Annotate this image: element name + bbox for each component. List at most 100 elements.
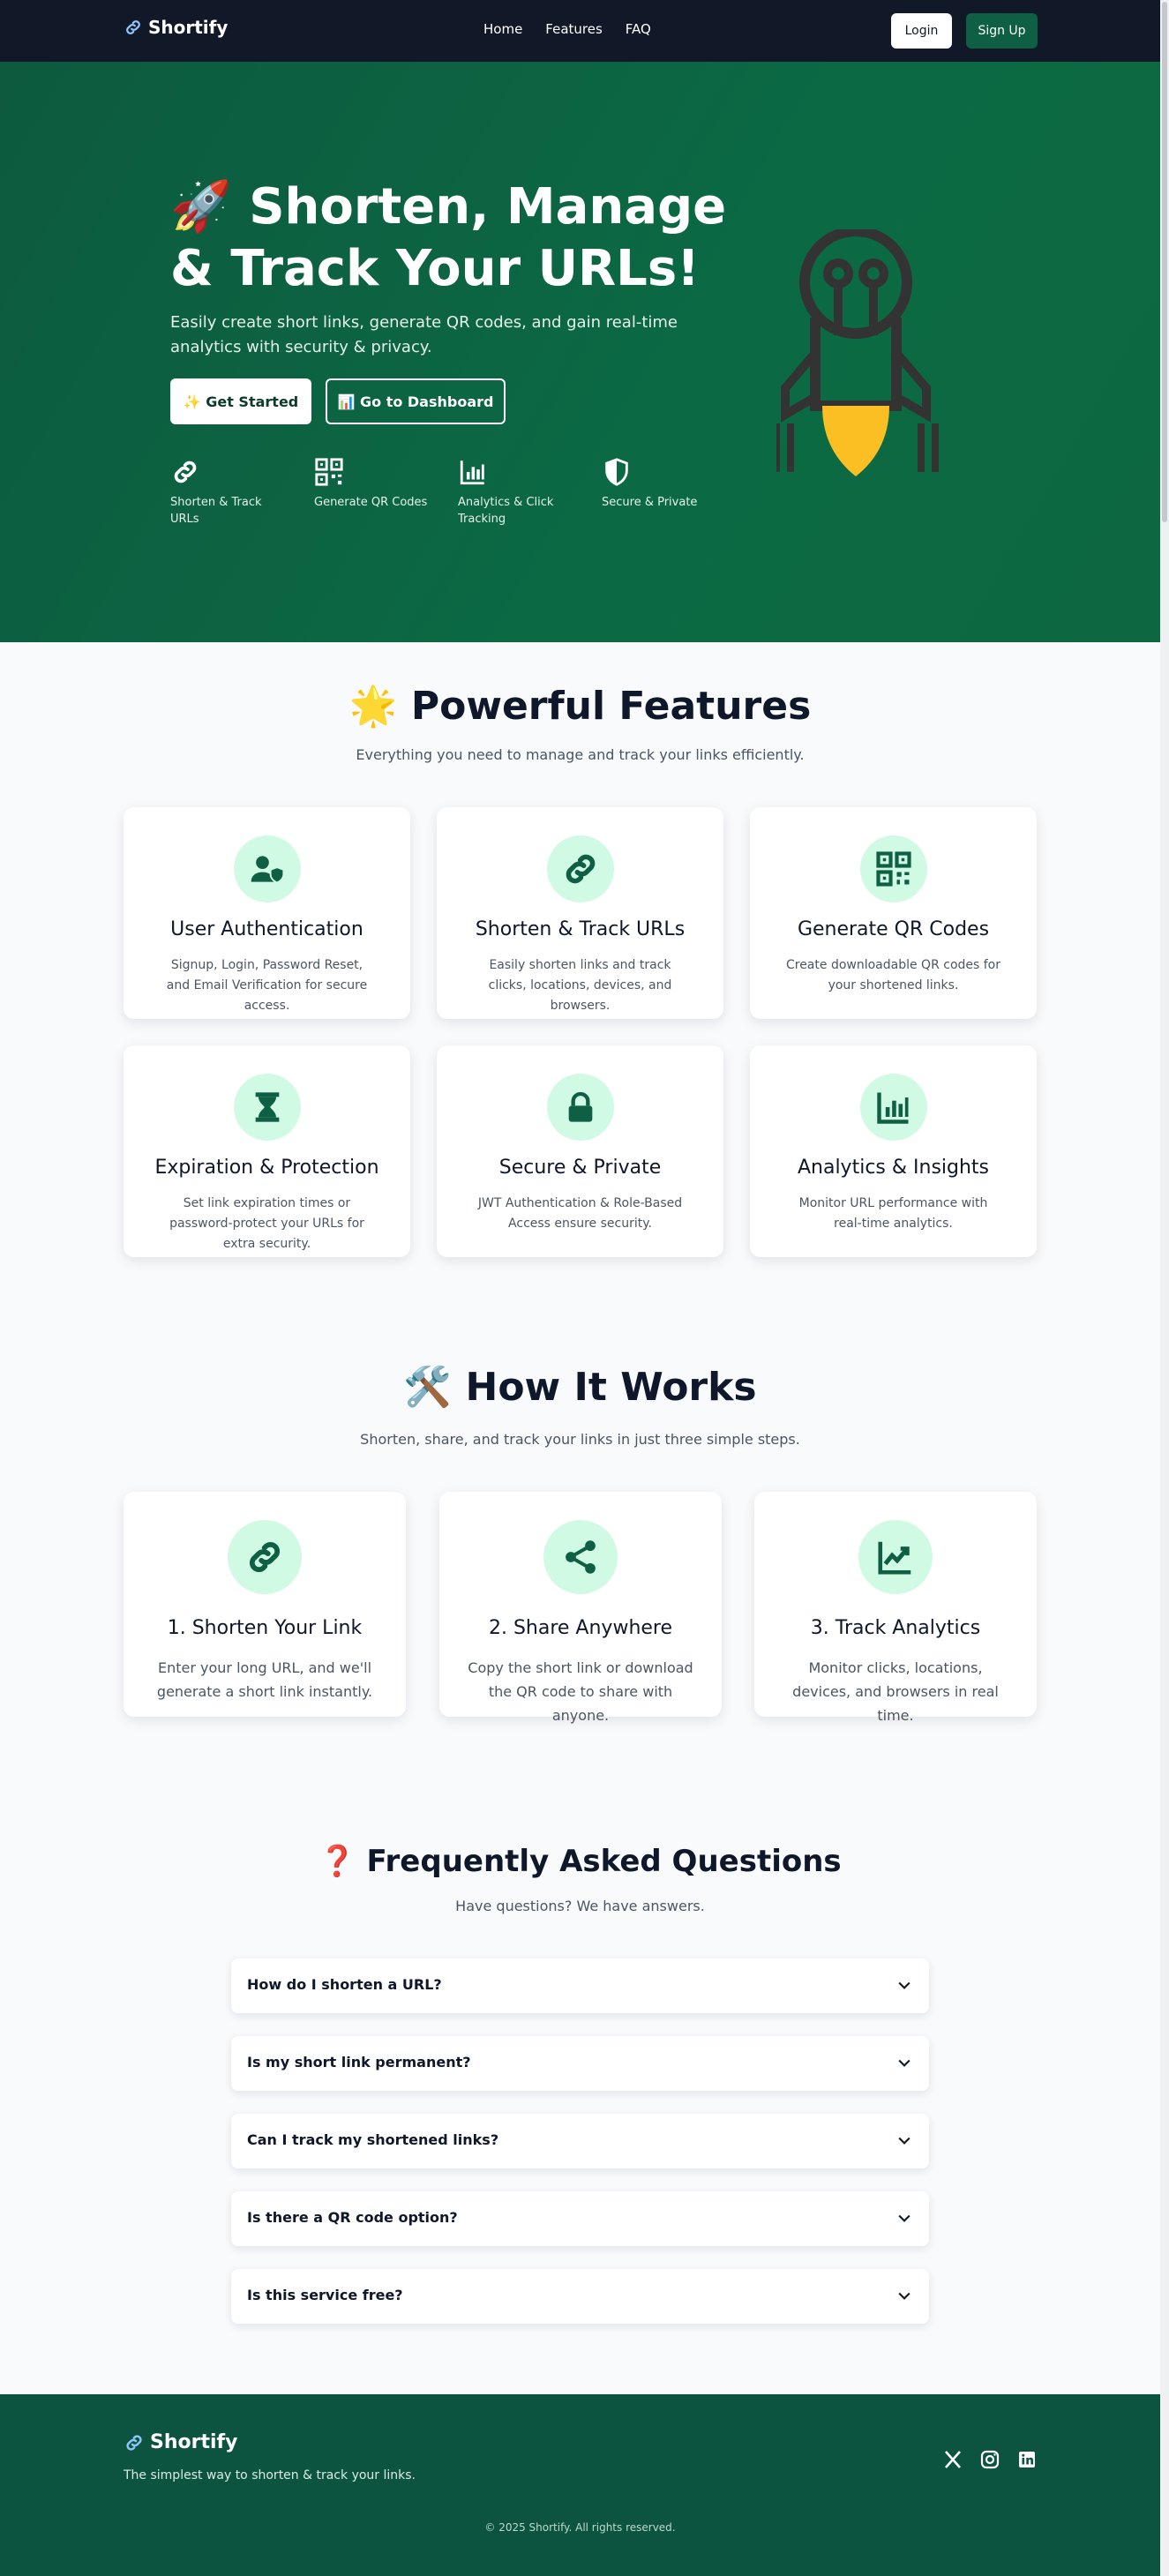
hero-feature-qr: Generate QR Codes: [314, 457, 438, 511]
step-desc: Monitor clicks, locations, devices, and …: [792, 1659, 999, 1724]
link-icon: [174, 461, 197, 483]
how-subtitle: Shorten, share, and track your links in …: [360, 1431, 800, 1448]
bar-chart-icon: [460, 461, 484, 485]
hero-feature-label: Generate QR Codes: [314, 496, 428, 509]
faq-title: ❓ Frequently Asked Questions: [318, 1844, 842, 1879]
feature-card-desc: Easily shorten links and track clicks, l…: [488, 958, 672, 1013]
hero-feature-label: Shorten & Track URLs: [170, 496, 262, 526]
hero-subtitle: Easily create short links, generate QR c…: [170, 313, 678, 356]
feature-card-desc: Create downloadable QR codes for your sh…: [785, 958, 1001, 992]
faq-item[interactable]: Can I track my shortened links?: [231, 2114, 929, 2168]
instagram-icon[interactable]: [979, 2449, 1000, 2470]
share-icon: [566, 1540, 596, 1574]
footer-brand[interactable]: Shortify: [124, 2431, 237, 2453]
dashboard-button[interactable]: 📊 Go to Dashboard: [326, 378, 506, 424]
get-started-button[interactable]: ✨ Get Started: [170, 378, 311, 424]
feature-card-desc: Signup, Login, Password Reset, and Email…: [166, 958, 368, 1013]
scrollbar-thumb[interactable]: [1162, 2, 1167, 522]
faq-subtitle: Have questions? We have answers.: [455, 1898, 705, 1914]
features-subtitle: Everything you need to manage and track …: [356, 746, 805, 763]
feature-card-title: Analytics & Insights: [797, 1157, 990, 1179]
link-icon: [566, 854, 595, 884]
qr-code-icon: [315, 458, 343, 486]
feature-card-auth: User Authentication Signup, Login, Passw…: [124, 807, 410, 1019]
faq-question: Is there a QR code option?: [247, 2209, 458, 2226]
step-title: 3. Track Analytics: [810, 1617, 981, 1639]
lock-icon: [568, 1091, 592, 1122]
login-button[interactable]: Login: [891, 13, 952, 49]
hero-feature-secure: Secure & Private: [602, 457, 725, 511]
step-desc: Enter your long URL, and we'll generate …: [156, 1659, 373, 1700]
nav-links: Home Features FAQ: [483, 21, 651, 37]
chevron-down-icon: [898, 2059, 910, 2067]
how-title: 🛠️ How It Works: [403, 1365, 757, 1410]
faq-item[interactable]: Is this service free?: [231, 2269, 929, 2324]
faq-item[interactable]: Is there a QR code option?: [231, 2191, 929, 2246]
step-title: 2. Share Anywhere: [488, 1617, 673, 1639]
chevron-down-icon: [898, 2292, 910, 2300]
icon-circle: [228, 1520, 302, 1594]
faq-question: Can I track my shortened links?: [247, 2131, 499, 2148]
feature-card-expiration: Expiration & Protection Set link expirat…: [124, 1045, 410, 1257]
hero-title: 🚀 Shorten, Manage & Track Your URLs!: [170, 178, 727, 297]
trend-chart-icon: [878, 1541, 911, 1575]
bar-chart-icon: [876, 1092, 908, 1124]
shield-icon: [605, 458, 628, 486]
faq-item[interactable]: Is my short link permanent?: [231, 2036, 929, 2091]
hero-feature-analytics: Analytics & Click Tracking: [458, 457, 555, 528]
feature-card-title: Expiration & Protection: [154, 1157, 379, 1179]
feature-card-analytics: Analytics & Insights Monitor URL perform…: [750, 1045, 1037, 1257]
faq-question: Is this service free?: [247, 2287, 403, 2303]
hourglass-icon: [255, 1092, 279, 1122]
chevron-down-icon: [898, 2137, 910, 2145]
linkedin-icon[interactable]: [1016, 2449, 1038, 2470]
navbar: Shortify Home Features FAQ Login Sign Up: [0, 0, 1160, 62]
x-icon[interactable]: [942, 2449, 963, 2470]
feature-card-title: Shorten & Track URLs: [475, 918, 686, 940]
icon-circle: [543, 1520, 618, 1594]
icon-circle: [859, 1074, 927, 1141]
features-title: 🌟 Powerful Features: [348, 684, 812, 729]
icon-circle: [859, 835, 927, 902]
link-icon: [126, 20, 140, 34]
step-desc: Copy the short link or download the QR c…: [468, 1659, 693, 1724]
faq-item[interactable]: How do I shorten a URL?: [231, 1958, 929, 2013]
icon-circle: [546, 1074, 614, 1141]
feature-card-desc: JWT Authentication & Role-Based Access e…: [477, 1196, 683, 1231]
feature-card-shorten: Shorten & Track URLs Easily shorten link…: [437, 807, 723, 1019]
footer: Shortify The simplest way to shorten & t…: [0, 2394, 1160, 2576]
faq-question: How do I shorten a URL?: [247, 1976, 442, 1993]
hero-feature-label: Analytics & Click Tracking: [458, 496, 554, 526]
link-icon: [126, 2434, 142, 2451]
hero-feature-label: Secure & Private: [602, 496, 698, 509]
feature-card-title: Secure & Private: [498, 1157, 662, 1179]
rocket-bulb-illustration: [776, 229, 939, 476]
brand-name: Shortify: [148, 17, 229, 38]
user-shield-icon: [251, 856, 284, 884]
nav-link-home[interactable]: Home: [483, 21, 522, 37]
link-icon: [249, 1541, 281, 1573]
chevron-down-icon: [898, 2214, 910, 2222]
feature-card-title: User Authentication: [170, 918, 363, 940]
footer-tagline: The simplest way to shorten & track your…: [124, 2468, 416, 2482]
step-card-analytics: 3. Track Analytics Monitor clicks, locat…: [754, 1492, 1037, 1724]
page-scrollbar[interactable]: [1160, 0, 1169, 2576]
brand-logo[interactable]: Shortify: [124, 17, 228, 38]
copyright: © 2025 Shortify. All rights reserved.: [484, 2521, 676, 2534]
nav-link-features[interactable]: Features: [545, 21, 603, 37]
step-card-share: 2. Share Anywhere Copy the short link or…: [439, 1492, 722, 1724]
hero-section: 🚀 Shorten, Manage & Track Your URLs! Eas…: [0, 62, 1160, 642]
signup-button[interactable]: Sign Up: [966, 13, 1038, 49]
icon-circle: [858, 1520, 933, 1594]
step-title: 1. Shorten Your Link: [167, 1617, 363, 1639]
icon-circle: [546, 835, 614, 902]
icon-circle: [233, 835, 301, 902]
faq-question: Is my short link permanent?: [247, 2054, 471, 2071]
feature-card-title: Generate QR Codes: [797, 918, 990, 940]
feature-card-desc: Monitor URL performance with real-time a…: [798, 1196, 988, 1231]
feature-card-desc: Set link expiration times or password-pr…: [169, 1196, 364, 1251]
chevron-down-icon: [898, 1981, 910, 1989]
icon-circle: [233, 1074, 301, 1141]
feature-card-qr: Generate QR Codes Create downloadable QR…: [750, 807, 1037, 1019]
nav-link-faq[interactable]: FAQ: [626, 21, 651, 37]
